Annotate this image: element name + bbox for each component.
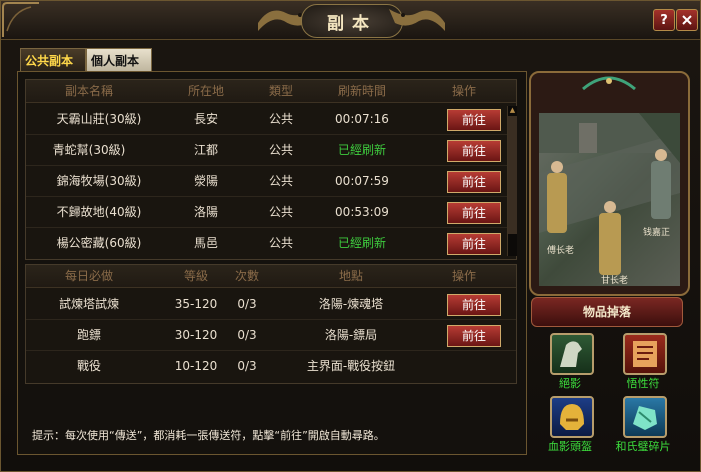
scroll-up-icon[interactable]: ▲ [508, 106, 517, 115]
close-icon [682, 15, 692, 25]
hint-text: 提示：每次使用“傳送”，都消耗一張傳送符，點擊“前往”開啟自動尋路。 [32, 429, 385, 442]
dungeon-name: 青蛇幫(30級) [52, 143, 126, 157]
refresh-time: 00:07:16 [335, 112, 389, 126]
task-name: 戰役 [76, 359, 101, 373]
scene-image: 傅长老 钱嘉正 甘长老 [539, 113, 680, 286]
dungeon-scrollbar[interactable]: ▲ [507, 106, 517, 256]
horse-icon [550, 333, 594, 375]
drop-item[interactable]: 悟性符 [611, 333, 681, 403]
drop-item[interactable]: 血影頭盔 [538, 396, 608, 466]
refresh-status: 已經刷新 [337, 143, 386, 157]
drop-item-name: 血影頭盔 [548, 440, 592, 453]
task-count: 0/3 [237, 328, 257, 342]
table-row: 錦海牧場(30級) 滎陽 公共 00:07:59 前往 [26, 166, 516, 197]
table-row: 楊公密藏(60級) 馬邑 公共 已經刷新 前往 [26, 228, 516, 258]
column-header: 地點 [338, 269, 363, 283]
task-name: 跑鏢 [76, 328, 101, 342]
table-row: 不歸故地(40級) 洛陽 公共 00:53:09 前往 [26, 197, 516, 228]
refresh-time: 00:53:09 [335, 205, 389, 219]
dungeon-location: 江都 [193, 143, 218, 157]
drop-item-name: 悟性符 [626, 377, 660, 390]
daily-table: 每日必做 等級 次數 地點 操作 試煉塔試煉 35-120 0/3 洛陽-煉魂塔… [25, 264, 517, 384]
column-header: 次數 [234, 269, 259, 283]
task-level: 30-120 [174, 328, 218, 342]
dungeon-window: 副本 ? 公共副本 個人副本 副本名稱 所在地 類型 刷新時間 操作 天霸山莊(… [0, 0, 701, 472]
tab-public-dungeon[interactable]: 公共副本 [20, 48, 86, 71]
task-count: 0/3 [237, 359, 257, 373]
courtyard-scene [539, 113, 680, 275]
task-place: 洛陽-鏢局 [324, 328, 378, 342]
column-header: 每日必做 [64, 269, 113, 283]
npc-label: 傅长老 [547, 246, 575, 256]
go-button[interactable]: 前往 [447, 140, 501, 162]
corner-ornament-left [2, 2, 39, 37]
dungeon-name: 天霸山莊(30級) [56, 112, 142, 126]
column-header: 操作 [451, 269, 476, 283]
task-count: 0/3 [237, 297, 257, 311]
table-row: 試煉塔試煉 35-120 0/3 洛陽-煉魂塔 前往 [26, 289, 516, 320]
table-row: 戰役 10-120 0/3 主界面-戰役按鈕 [26, 351, 516, 381]
dungeon-location: 馬邑 [193, 236, 218, 250]
go-button[interactable]: 前往 [447, 202, 501, 224]
go-button[interactable]: 前往 [447, 233, 501, 255]
dungeon-type: 公共 [268, 112, 293, 126]
dungeon-location: 洛陽 [193, 205, 218, 219]
dungeon-location: 長安 [193, 112, 218, 126]
window-title: 副本 [327, 13, 377, 34]
close-button[interactable] [676, 9, 698, 31]
scroll-thumb[interactable] [508, 116, 517, 234]
dungeon-name: 楊公密藏(60級) [56, 236, 142, 250]
dungeon-type: 公共 [268, 205, 293, 219]
go-button[interactable]: 前往 [447, 294, 501, 316]
table-row: 青蛇幫(30級) 江都 公共 已經刷新 前往 [26, 135, 516, 166]
scene-ornament [582, 76, 636, 91]
drops-label: 物品掉落 [531, 297, 683, 327]
npc-label: 甘长老 [601, 276, 629, 286]
tab-personal-dungeon[interactable]: 個人副本 [86, 48, 152, 71]
task-place: 主界面-戰役按鈕 [306, 359, 396, 373]
column-header: 所在地 [187, 84, 224, 98]
refresh-time: 00:07:59 [335, 174, 389, 188]
table-row: 天霸山莊(30級) 長安 公共 00:07:16 前往 [26, 104, 516, 135]
drop-item[interactable]: 絕影 [538, 333, 608, 403]
drop-item-name: 絕影 [559, 377, 581, 390]
drop-item[interactable]: 和氏璧碎片 [611, 396, 681, 466]
scroll-icon [623, 333, 667, 375]
dungeon-table: 副本名稱 所在地 類型 刷新時間 操作 天霸山莊(30級) 長安 公共 00:0… [25, 79, 517, 260]
go-button[interactable]: 前往 [447, 325, 501, 347]
dungeon-type: 公共 [268, 236, 293, 250]
dungeon-location: 滎陽 [193, 174, 218, 188]
scene-preview: 傅长老 钱嘉正 甘长老 [529, 71, 690, 296]
task-place: 洛陽-煉魂塔 [318, 297, 384, 311]
task-name: 試煉塔試煉 [58, 297, 119, 311]
dungeon-type: 公共 [268, 143, 293, 157]
dungeon-name: 不歸故地(40級) [56, 205, 142, 219]
task-level: 10-120 [174, 359, 218, 373]
npc-label: 钱嘉正 [643, 228, 671, 238]
refresh-status: 已經刷新 [337, 236, 386, 250]
column-header: 類型 [268, 84, 293, 98]
dungeon-name: 錦海牧場(30級) [56, 174, 142, 188]
title-bar[interactable]: 副本 ? [1, 1, 700, 40]
task-level: 35-120 [174, 297, 218, 311]
daily-table-header: 每日必做 等級 次數 地點 操作 [26, 265, 516, 288]
dragon-ornament-right [389, 9, 445, 31]
column-header: 刷新時間 [337, 84, 386, 98]
dungeon-type: 公共 [268, 174, 293, 188]
drop-item-name: 和氏璧碎片 [615, 440, 671, 453]
table-row: 跑鏢 30-120 0/3 洛陽-鏢局 前往 [26, 320, 516, 351]
dungeon-table-header: 副本名稱 所在地 類型 刷新時間 操作 [26, 80, 516, 103]
jade-icon [623, 396, 667, 438]
help-button[interactable]: ? [653, 9, 675, 31]
column-header: 副本名稱 [64, 84, 113, 98]
helmet-icon [550, 396, 594, 438]
column-header: 等級 [183, 269, 208, 283]
column-header: 操作 [451, 84, 476, 98]
go-button[interactable]: 前往 [447, 171, 501, 193]
go-button[interactable]: 前往 [447, 109, 501, 131]
